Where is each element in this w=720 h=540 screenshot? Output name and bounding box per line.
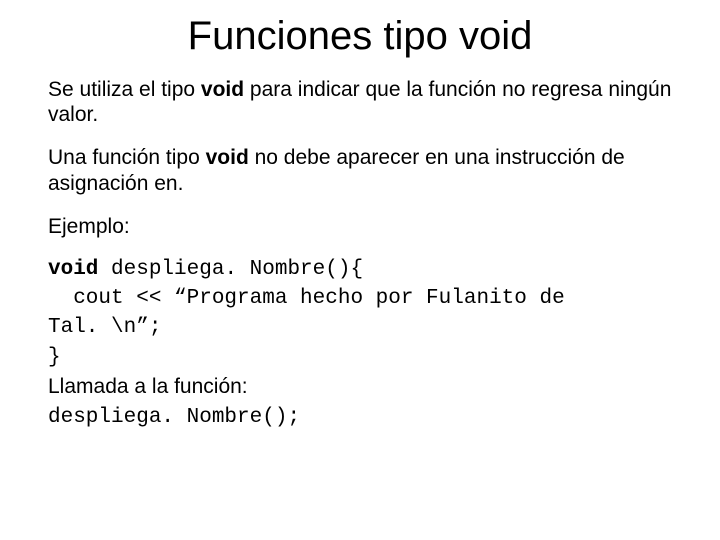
bold-void: void [201, 78, 244, 101]
code-keyword: void [48, 258, 98, 281]
slide-title: Funciones tipo void [48, 14, 672, 59]
text: Se utiliza el tipo [48, 78, 201, 101]
code-text: despliega. Nombre(){ [98, 258, 363, 281]
slide: Funciones tipo void Se utiliza el tipo v… [0, 0, 720, 540]
code-line-4: } [48, 345, 672, 370]
paragraph-2: Una función tipo void no debe aparecer e… [48, 145, 672, 195]
paragraph-1: Se utiliza el tipo void para indicar que… [48, 77, 672, 127]
slide-body: Se utiliza el tipo void para indicar que… [48, 77, 672, 430]
code-line-3: Tal. \n”; [48, 315, 672, 340]
example-label: Ejemplo: [48, 214, 672, 239]
code-line-1: void despliega. Nombre(){ [48, 257, 672, 282]
call-code: despliega. Nombre(); [48, 405, 672, 430]
bold-void: void [206, 146, 249, 169]
code-line-2: cout << “Programa hecho por Fulanito de [48, 286, 672, 311]
text: Una función tipo [48, 146, 206, 169]
call-label: Llamada a la función: [48, 374, 672, 399]
